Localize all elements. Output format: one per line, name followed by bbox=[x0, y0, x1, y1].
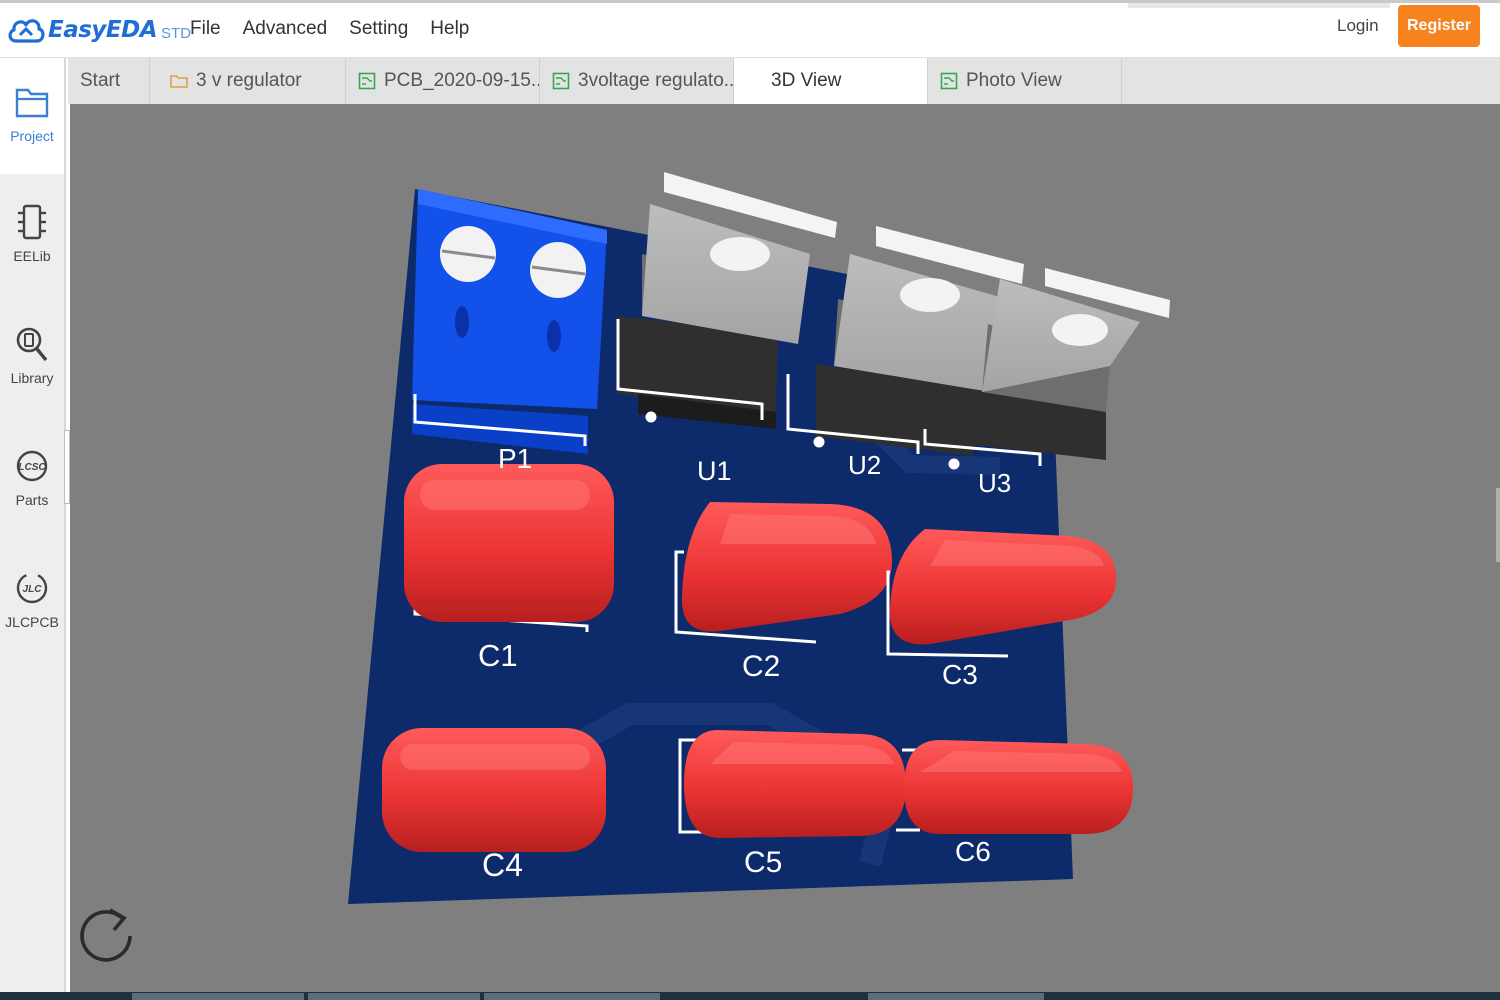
label-c3: C3 bbox=[942, 659, 978, 690]
logo-text: EasyEDA bbox=[48, 17, 158, 43]
menu-advanced[interactable]: Advanced bbox=[243, 18, 328, 40]
taskbar-item[interactable] bbox=[308, 993, 480, 1000]
tab-label: 3 v regulator bbox=[196, 70, 302, 91]
right-scroll-handle[interactable] bbox=[1496, 488, 1500, 562]
library-icon bbox=[16, 327, 48, 362]
tab-label: PCB_2020-09-15... bbox=[384, 70, 540, 91]
pcb-doc-icon bbox=[940, 72, 958, 90]
label-c2: C2 bbox=[742, 650, 780, 683]
svg-text:JLC: JLC bbox=[23, 584, 43, 595]
sidebar-item-label: Project bbox=[10, 128, 54, 144]
register-button[interactable]: Register bbox=[1398, 5, 1480, 47]
rotate-icon bbox=[80, 908, 132, 962]
label-u1: U1 bbox=[697, 456, 732, 486]
tab-3d-view[interactable]: 3D View bbox=[734, 58, 928, 104]
tab-start[interactable]: Start bbox=[68, 58, 150, 104]
tab-3v-regulator[interactable]: 3 v regulator bbox=[150, 58, 346, 104]
capacitor-c1 bbox=[404, 464, 614, 632]
sidebar-item-eelib[interactable]: EELib bbox=[0, 178, 64, 294]
3d-viewport[interactable]: P1 U1 U2 U3 C1 C2 C3 C4 C5 C6 bbox=[70, 104, 1500, 992]
easyeda-cloud-icon bbox=[8, 19, 45, 43]
label-u2: U2 bbox=[848, 450, 881, 480]
taskbar-item[interactable] bbox=[868, 993, 1044, 1000]
menu-setting[interactable]: Setting bbox=[349, 18, 408, 40]
sidebar-item-label: JLCPCB bbox=[5, 614, 59, 630]
sidebar-item-label: Library bbox=[10, 370, 54, 386]
svg-text:LCSC: LCSC bbox=[18, 462, 46, 473]
tab-label: 3voltage regulato... bbox=[578, 70, 734, 91]
taskbar-item[interactable] bbox=[484, 993, 660, 1000]
sidebar-item-label: Parts bbox=[15, 492, 49, 508]
tab-label: Photo View bbox=[966, 70, 1062, 91]
tab-label: 3D View bbox=[771, 70, 842, 91]
easyeda-logo[interactable]: EasyEDA STD bbox=[6, 12, 191, 48]
pcb-3d-render[interactable]: P1 U1 U2 U3 C1 C2 C3 C4 C5 C6 bbox=[70, 104, 1500, 992]
capacitor-c4 bbox=[382, 728, 606, 852]
sidebar-item-jlcpcb[interactable]: JLC JLCPCB bbox=[0, 544, 64, 660]
os-taskbar bbox=[0, 992, 1500, 1000]
sidebar-item-label: EELib bbox=[13, 248, 51, 264]
document-tabs: Start 3 v regulator PCB_2020-09-15... 3v… bbox=[68, 58, 1500, 104]
pcb-doc-icon bbox=[358, 72, 376, 90]
top-bar: EasyEDA STD File Advanced Setting Help L… bbox=[0, 0, 1500, 58]
capacitor-c5 bbox=[678, 730, 906, 838]
project-icon bbox=[15, 88, 49, 118]
topbar-strip bbox=[1128, 3, 1390, 8]
taskbar-item[interactable] bbox=[132, 993, 304, 1000]
jlcpcb-icon: JLC bbox=[16, 572, 48, 604]
label-u3: U3 bbox=[978, 468, 1011, 498]
login-link[interactable]: Login bbox=[1337, 16, 1379, 36]
label-p1: P1 bbox=[498, 443, 532, 474]
main-menu: File Advanced Setting Help bbox=[190, 18, 469, 40]
sidebar-item-library[interactable]: Library bbox=[0, 300, 64, 416]
sidebar-item-parts[interactable]: LCSC Parts bbox=[0, 422, 64, 538]
left-sidebar: Project EELib Library LCSC Parts JLC JLC… bbox=[0, 58, 66, 992]
label-c4: C4 bbox=[482, 847, 523, 883]
sidebar-item-project[interactable]: Project bbox=[0, 58, 64, 174]
menu-file[interactable]: File bbox=[190, 18, 221, 40]
pcb-doc-icon bbox=[552, 72, 570, 90]
menu-help[interactable]: Help bbox=[430, 18, 469, 40]
label-c1: C1 bbox=[478, 638, 518, 673]
tab-pcb-2020-09-15[interactable]: PCB_2020-09-15... bbox=[346, 58, 540, 104]
eelib-icon bbox=[18, 204, 46, 240]
label-c6: C6 bbox=[955, 836, 991, 867]
label-c5: C5 bbox=[744, 846, 782, 879]
folder-icon bbox=[170, 75, 188, 88]
tab-photo-view[interactable]: Photo View bbox=[928, 58, 1122, 104]
tab-3voltage-regulator[interactable]: 3voltage regulato... bbox=[540, 58, 734, 104]
rotate-view-button[interactable] bbox=[80, 906, 140, 980]
tab-label: Start bbox=[80, 70, 121, 91]
logo-suffix: STD bbox=[161, 24, 192, 42]
capacitor-c6 bbox=[896, 740, 1134, 834]
lcsc-parts-icon: LCSC bbox=[16, 450, 48, 482]
